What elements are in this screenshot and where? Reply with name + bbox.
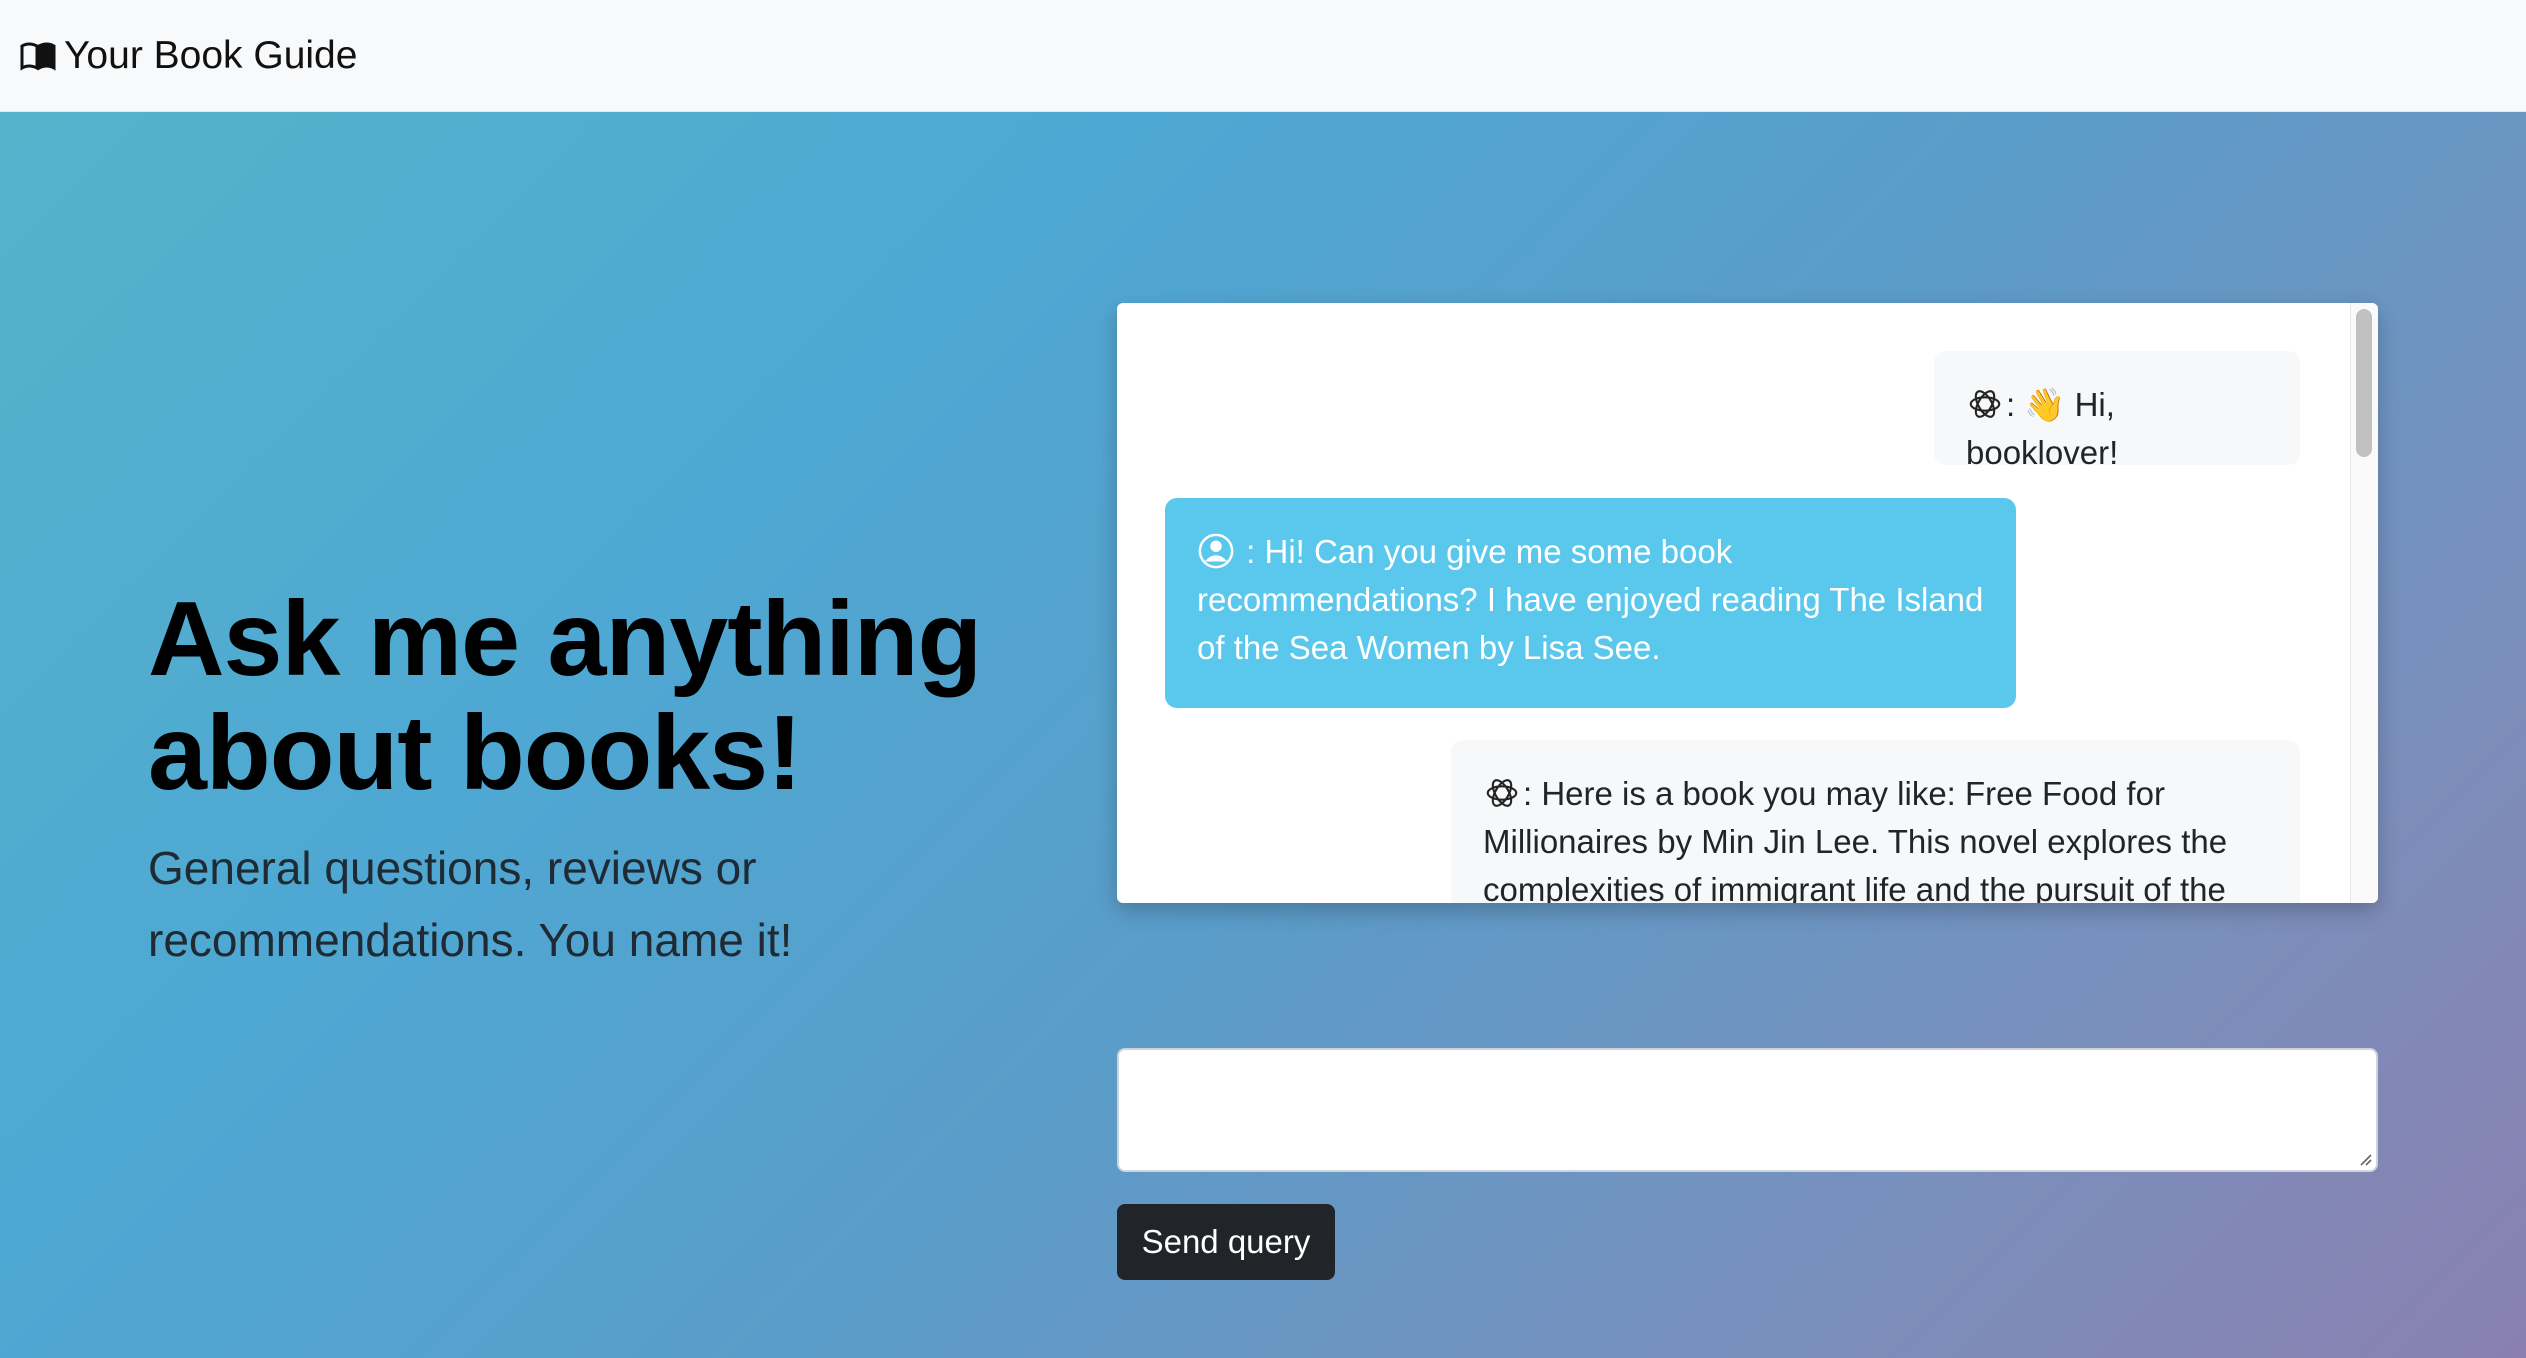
chat-message-bot: : 👋 Hi, booklover! <box>1934 351 2300 471</box>
message-text: : Hi! Can you give me some book recommen… <box>1197 533 1984 666</box>
send-query-button[interactable]: Send query <box>1117 1204 1335 1280</box>
chat-history-panel[interactable]: : 👋 Hi, booklover! : Hi! Can you give me… <box>1117 303 2378 903</box>
chat-scrollbar[interactable] <box>2350 303 2378 903</box>
page-title: Ask me anything about books! <box>148 580 982 812</box>
chat-message-user: : Hi! Can you give me some book recommen… <box>1165 498 2016 708</box>
openai-icon <box>1486 779 1518 808</box>
brand-label: Your Book Guide <box>64 33 358 77</box>
chat-scrollbar-thumb[interactable] <box>2356 309 2372 457</box>
resize-handle-icon[interactable] <box>2358 1152 2372 1166</box>
page-subtitle: General questions, reviews or recommenda… <box>148 842 793 966</box>
query-input[interactable] <box>1117 1048 2378 1172</box>
brand-link[interactable]: Your Book Guide <box>20 34 357 78</box>
openai-icon <box>1969 390 2001 419</box>
chat-message-bot: : Here is a book you may like: Free Food… <box>1451 740 2300 903</box>
user-avatar-icon <box>1198 533 1234 569</box>
open-book-icon <box>20 42 56 71</box>
message-text: : Here is a book you may like: Free Food… <box>1483 775 2228 903</box>
top-navbar: Your Book Guide <box>0 0 2526 112</box>
